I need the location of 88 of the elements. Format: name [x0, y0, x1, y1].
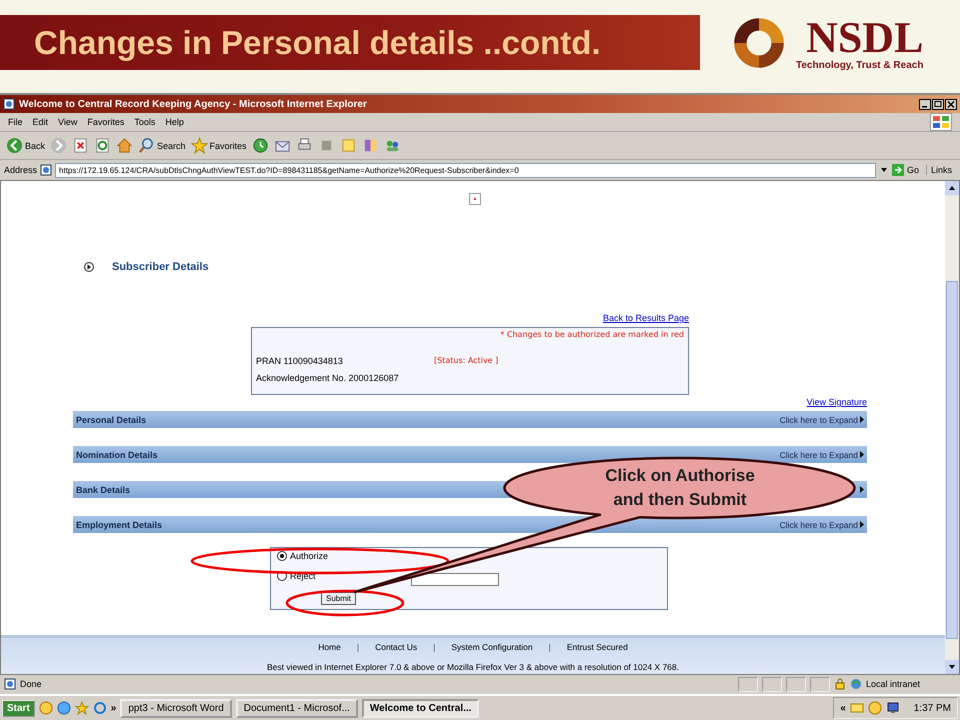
refresh-icon[interactable]: [94, 137, 112, 154]
tray-expand-button[interactable]: «: [840, 702, 846, 714]
status-pane: [762, 676, 782, 692]
status-text: Done: [20, 679, 43, 689]
menu-item[interactable]: Edit: [32, 117, 48, 127]
expand-arrow-icon[interactable]: [860, 451, 864, 458]
view-signature-link[interactable]: View Signature: [806, 397, 867, 407]
acknowledgement-text: Acknowledgement No. 2000126087: [256, 373, 400, 383]
scroll-up-icon[interactable]: [945, 181, 959, 195]
home-icon[interactable]: [116, 137, 134, 154]
expand-link[interactable]: Click here to Expand: [780, 414, 858, 424]
taskbar-button[interactable]: Document1 - Microsof...: [236, 698, 358, 718]
arrow-bullet-icon: [84, 262, 94, 272]
zone-text: Local intranet: [866, 679, 922, 689]
logo-tagline: Technology, Trust & Reach: [796, 60, 924, 70]
section-heading: Subscriber Details: [112, 261, 209, 273]
window-title: Welcome to Central Record Keeping Agency - Microsoft Internet Explorer: [19, 98, 367, 110]
separator-text: |: [356, 642, 360, 652]
globe-icon[interactable]: [56, 701, 71, 715]
address-field[interactable]: https://172.19.65.124/CRA/subDtlsChngAuthViewTEST.do?ID=898431185&getName=Authorize%20Request-Subscriber&index=0: [55, 162, 876, 178]
reason-field[interactable]: [410, 572, 499, 586]
stop-icon[interactable]: [72, 137, 90, 154]
logo-wordmark: NSDL: [806, 16, 924, 60]
section-header-bar[interactable]: Personal Details Click here to Expand: [73, 411, 867, 428]
section-title: Bank Details: [76, 484, 130, 494]
status-pane: [738, 676, 758, 692]
menu-item[interactable]: Favorites: [87, 117, 124, 127]
status-pane: [786, 676, 806, 692]
scroll-down-icon[interactable]: [945, 660, 959, 674]
footer-link[interactable]: Contact Us: [375, 642, 418, 652]
section-header-bar[interactable]: Employment Details Click here to Expand: [73, 516, 867, 533]
start-button[interactable]: Start: [2, 700, 35, 716]
note-text: * Changes to be authorized are marked in red: [499, 330, 684, 339]
footer-link[interactable]: System Configuration: [451, 642, 533, 652]
page-icon: [40, 164, 52, 176]
address-label: Address: [4, 165, 38, 175]
go-button[interactable]: Go: [906, 165, 923, 175]
section-title: Nomination Details: [76, 450, 158, 460]
page-icon: [4, 678, 16, 690]
windows-flag-icon: [930, 113, 952, 131]
expand-arrow-icon[interactable]: [860, 416, 864, 423]
clock-text: 1:37 PM: [914, 702, 951, 714]
maximize-icon[interactable]: [932, 98, 944, 110]
search-button[interactable]: Search: [157, 140, 186, 150]
monitor-icon[interactable]: [886, 701, 900, 715]
browser-icon[interactable]: [92, 701, 107, 715]
page-icon: [3, 98, 15, 110]
history-icon[interactable]: [252, 137, 269, 154]
smiley-icon[interactable]: [38, 701, 53, 715]
expand-link[interactable]: Click here to Expand: [780, 450, 858, 460]
favorites-button[interactable]: Favorites: [210, 140, 247, 150]
star-icon[interactable]: [190, 137, 208, 154]
vertical-scrollbar[interactable]: [945, 181, 959, 674]
back-link[interactable]: Back to Results Page: [602, 313, 689, 326]
taskbar-button[interactable]: ppt3 - Microsoft Word: [120, 698, 232, 718]
menu-item[interactable]: Help: [165, 117, 184, 127]
image-placeholder-icon: [469, 193, 481, 205]
close-icon[interactable]: [945, 98, 957, 110]
footer-link[interactable]: Entrust Secured: [566, 642, 628, 652]
taskbar-button[interactable]: Welcome to Central...: [362, 698, 480, 718]
footer-link[interactable]: Home: [318, 642, 341, 652]
search-icon[interactable]: [138, 137, 156, 154]
slide-title: Changes in Personal details ..contd.: [34, 24, 601, 62]
expand-link[interactable]: Click here to Expand: [780, 520, 858, 530]
minimize-icon[interactable]: [919, 98, 931, 110]
section-header-bar[interactable]: Nomination Details Click here to Expand: [73, 446, 867, 463]
envelope-icon[interactable]: [850, 701, 864, 715]
expand-arrow-icon[interactable]: [860, 486, 864, 493]
footer-note: Best viewed in Internet Explorer 7.0 & above or Mozilla Firefox Ver 3 & above with a resolution of 1024 X 768.: [266, 662, 679, 672]
status-text: [Status: Active ]: [434, 356, 498, 366]
star-icon[interactable]: [74, 701, 89, 715]
lock-icon: [834, 678, 846, 690]
menu-item[interactable]: Tools: [134, 117, 156, 127]
links-button[interactable]: Links: [926, 165, 956, 175]
status-pane: [810, 676, 830, 692]
separator-text: |: [548, 642, 552, 652]
overflow-button[interactable]: »: [110, 702, 116, 714]
menu-item[interactable]: View: [58, 117, 78, 127]
pran-text: PRAN 110090434813: [256, 356, 344, 366]
menu-item[interactable]: File: [8, 117, 23, 127]
section-title: Employment Details: [76, 520, 162, 530]
separator-text: |: [432, 642, 436, 652]
radio-option[interactable]: Authorize: [277, 551, 328, 561]
submit-button[interactable]: Submit: [321, 592, 356, 605]
globe-icon: [850, 678, 862, 690]
expand-arrow-icon[interactable]: [860, 521, 864, 528]
section-title: Personal Details: [76, 414, 146, 424]
back-button[interactable]: Back: [25, 140, 46, 150]
